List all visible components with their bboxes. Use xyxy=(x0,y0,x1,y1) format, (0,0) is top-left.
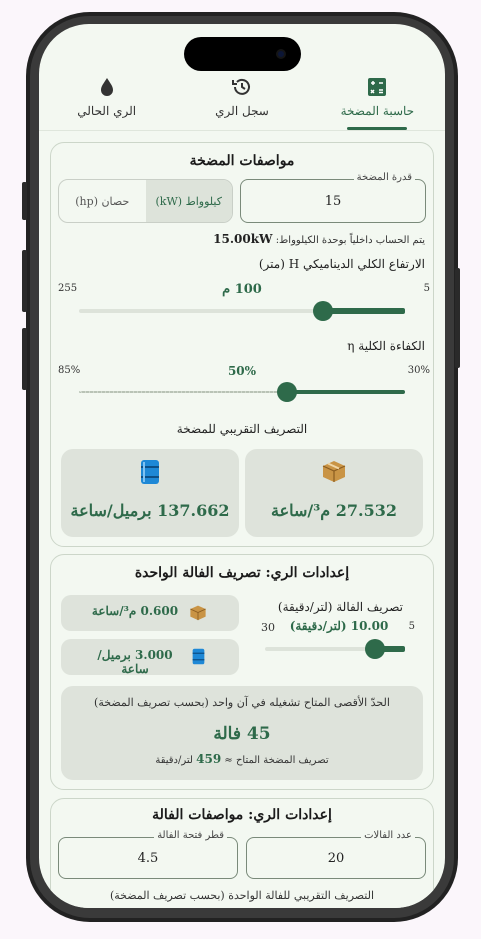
tab-divider xyxy=(39,130,445,131)
valve-flow-min: 5 xyxy=(408,621,415,632)
calculator-icon xyxy=(368,76,387,98)
unit-hp-option[interactable]: حصان (hp) xyxy=(59,180,146,222)
max-valves-box: الحدّ الأقصى المتاح تشغيله في آن واحد (ب… xyxy=(61,686,423,780)
box-icon xyxy=(245,459,423,483)
card-title: إعدادات الري: مواصفات الفالة xyxy=(152,807,332,823)
valve-flow-value: 10.00 (لتر/دقيقة) xyxy=(289,619,389,633)
valve-specs-card: إعدادات الري: مواصفات الفالة عدد الفالات… xyxy=(50,798,434,908)
tab-bar: حاسبة المضخة سجل الري الري الحالي xyxy=(39,70,445,130)
efficiency-value: 50% xyxy=(227,364,257,378)
pump-power-field[interactable]: قدرة المضخة 15 xyxy=(240,172,426,223)
oil-barrel-icon xyxy=(61,459,239,485)
approx-valve-note: التصريف التقريبي للفالة الواحدة (بحسب تص… xyxy=(109,889,375,902)
head-slider-thumb[interactable] xyxy=(313,301,333,321)
efficiency-slider-fill xyxy=(287,390,405,394)
flow-title: التصريف التقريبي للمضخة xyxy=(176,422,308,436)
card-title: إعدادات الري: تصريف الفالة الواحدة xyxy=(134,565,350,581)
valve-bbl-stat: 3.000 برميل/ساعة xyxy=(61,639,239,676)
action-button xyxy=(22,182,27,220)
camera-icon xyxy=(276,49,286,59)
efficiency-label: الكفاءة الكلية η xyxy=(347,339,425,353)
head-value: 100 م xyxy=(222,282,262,297)
flow-m3-stat: 27.532 م³/ساعة xyxy=(245,449,423,537)
oil-barrel-icon xyxy=(192,648,205,669)
field-value: 20 xyxy=(327,850,345,866)
unit-kw-option[interactable]: كيلوواط (kW) xyxy=(145,180,232,222)
flow-bbl-value: 137.662 برميل/ساعة xyxy=(70,501,230,520)
tab-irrigation-history[interactable]: سجل الري xyxy=(174,70,309,130)
valve-flow-card: إعدادات الري: تصريف الفالة الواحدة تصريف… xyxy=(50,554,434,790)
flow-bbl-stat: 137.662 برميل/ساعة xyxy=(61,449,239,537)
valve-diameter-field[interactable]: قطر فتحة الفالة 4.5 xyxy=(58,830,238,879)
valve-flow-label: تصريف الفالة (لتر/دقيقة) xyxy=(277,600,403,614)
pump-available-value: 459 xyxy=(196,752,222,766)
history-icon xyxy=(231,76,253,98)
volume-up-button xyxy=(22,250,27,312)
tab-current-irrigation[interactable]: الري الحالي xyxy=(39,70,174,130)
valve-m3-stat: 0.600 م³/ساعة xyxy=(61,595,239,631)
card-title: مواصفات المضخة xyxy=(189,153,295,169)
box-icon xyxy=(189,604,207,625)
kw-note: يتم الحساب داخلياً بوحدة الكيلوواط: 15.0… xyxy=(213,232,425,246)
tab-label: الري الحالي xyxy=(77,104,137,118)
pump-specs-card: مواصفات المضخة قدرة المضخة 15 كيلوواط (k… xyxy=(50,142,434,547)
tab-label: حاسبة المضخة xyxy=(340,104,415,118)
valve-slider-thumb[interactable] xyxy=(365,639,385,659)
flow-m3-value: 27.532 م³/ساعة xyxy=(271,501,397,520)
head-slider-fill xyxy=(323,308,405,314)
field-value: 4.5 xyxy=(137,850,159,866)
water-drop-icon xyxy=(99,76,115,98)
head-label: الارتفاع الكلي الديناميكي H (متر) xyxy=(258,257,425,271)
max-valves-value: 45 فالة xyxy=(213,724,271,744)
valve-count-field[interactable]: عدد الفالات 20 xyxy=(246,830,426,879)
kw-value: 15.00kW xyxy=(213,232,273,246)
efficiency-slider-thumb[interactable] xyxy=(277,382,297,402)
valve-m3-value: 0.600 م³/ساعة xyxy=(91,604,179,618)
volume-down-button xyxy=(22,328,27,390)
pump-available-note: تصريف المضخة المتاح ≈ 459 لتر/دقيقة xyxy=(155,752,329,766)
unit-toggle: كيلوواط (kW) حصان (hp) xyxy=(58,179,233,223)
valve-bbl-value: 3.000 برميل/ساعة xyxy=(97,648,173,676)
tab-pump-calculator[interactable]: حاسبة المضخة xyxy=(310,70,445,130)
tab-label: سجل الري xyxy=(215,104,269,118)
field-value: 15 xyxy=(324,193,342,209)
dynamic-island xyxy=(184,37,301,71)
valve-flow-max: 30 xyxy=(261,621,275,634)
max-valves-title: الحدّ الأقصى المتاح تشغيله في آن واحد (ب… xyxy=(94,696,390,709)
app-screen: حاسبة المضخة سجل الري الري الحالي مواصفا… xyxy=(39,24,445,908)
power-button xyxy=(455,268,460,368)
